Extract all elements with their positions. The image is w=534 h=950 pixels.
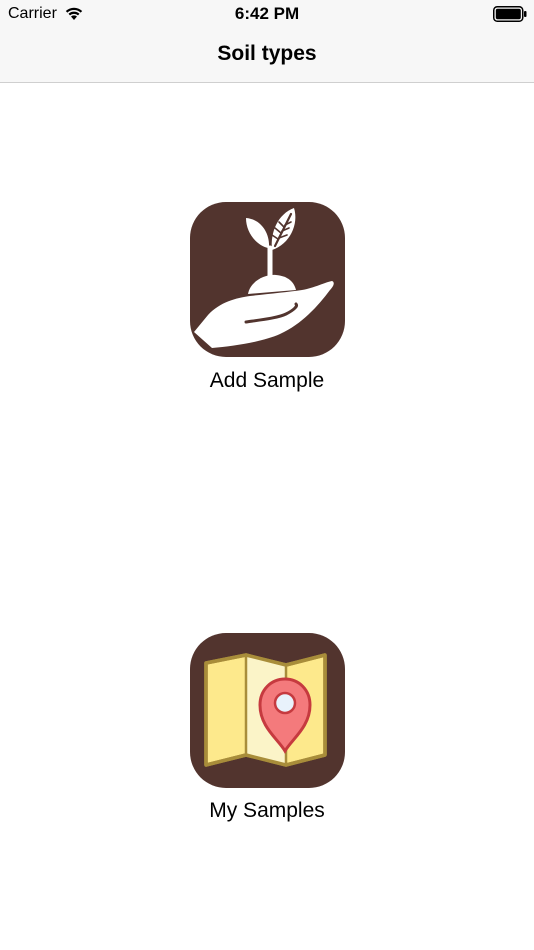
- status-time: 6:42 PM: [234, 4, 300, 23]
- plant-in-hand-icon: [194, 208, 334, 348]
- page-title: Soil types: [217, 42, 317, 65]
- add-sample-label[interactable]: Add Sample: [0, 369, 534, 393]
- add-sample-button[interactable]: [190, 202, 345, 357]
- battery-full-icon: [493, 6, 527, 22]
- my-samples-button[interactable]: [190, 633, 345, 788]
- navigation-bar: Soil types: [0, 28, 534, 83]
- my-samples-label[interactable]: My Samples: [0, 799, 534, 823]
- map-pin-icon: [204, 653, 327, 767]
- app-screen: Carrier 6:42 PM Soil types Add Sample My…: [0, 0, 534, 950]
- status-bar: Carrier 6:42 PM: [0, 0, 534, 28]
